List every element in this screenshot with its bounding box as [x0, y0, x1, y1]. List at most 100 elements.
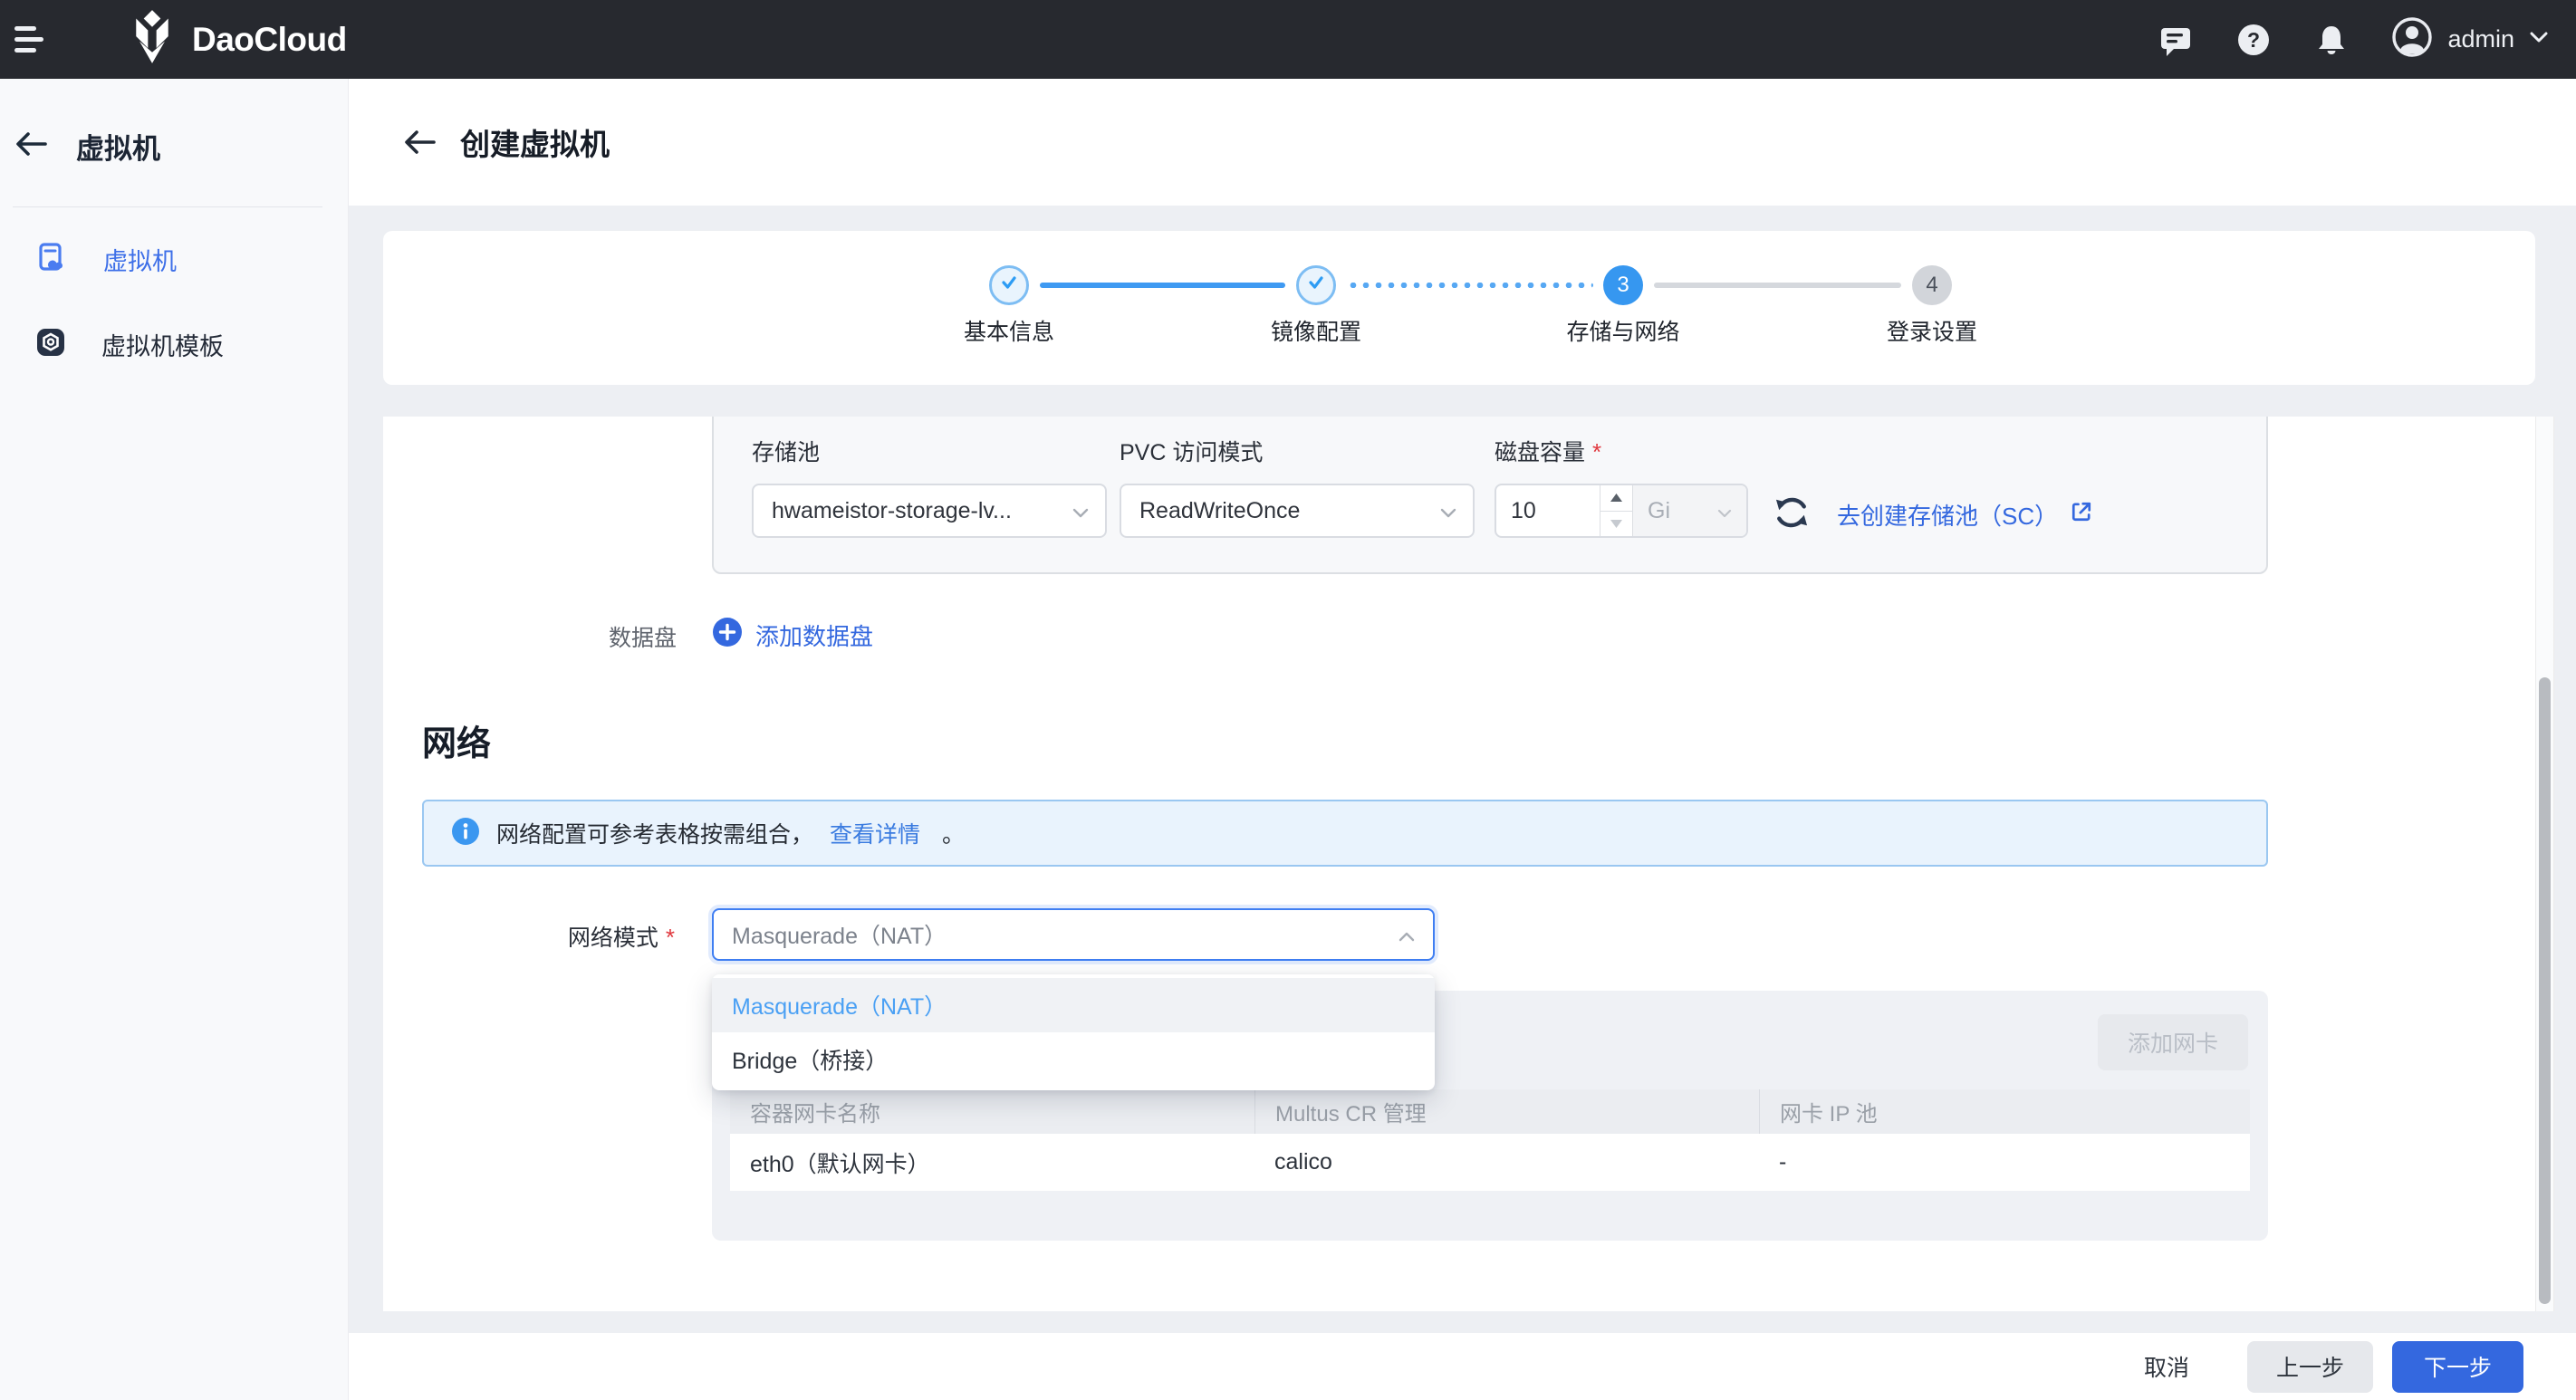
- page-title: 创建虚拟机: [460, 120, 610, 164]
- previous-step-button[interactable]: 上一步: [2247, 1341, 2373, 1393]
- check-icon: [1306, 273, 1326, 299]
- alert-suffix: 。: [942, 817, 965, 849]
- stepper: 3 4 基本信息 镜像配置 存储与网络 登录设置: [383, 231, 2535, 385]
- brand-logo[interactable]: DaoCloud: [127, 10, 347, 69]
- wizard-footer: 取消 上一步 下一步: [349, 1333, 2576, 1400]
- sidebar-nav: 虚拟机 虚拟机模板: [0, 207, 348, 372]
- user-menu[interactable]: admin: [2391, 16, 2549, 62]
- col-header-ip-pool: 网卡 IP 池: [1759, 1089, 2250, 1134]
- page-header: 创建虚拟机: [349, 79, 2576, 206]
- nic-table-header: 容器网卡名称 Multus CR 管理 网卡 IP 池: [730, 1089, 2250, 1134]
- cell-ip-pool: -: [1759, 1149, 2250, 1175]
- step-3-label: 存储与网络: [1514, 314, 1732, 347]
- pvc-access-mode-value: ReadWriteOnce: [1139, 498, 1300, 524]
- network-mode-value: Masquerade（NAT）: [732, 918, 947, 951]
- step-1-circle[interactable]: [989, 265, 1029, 305]
- option-masquerade-nat[interactable]: Masquerade（NAT）: [712, 978, 1435, 1032]
- data-disk-label: 数据盘: [541, 620, 677, 653]
- step-2-circle[interactable]: [1296, 265, 1336, 305]
- pvc-access-mode-select[interactable]: ReadWriteOnce: [1120, 484, 1475, 538]
- stepper-connector: [1040, 283, 1285, 288]
- step-number: 4: [1926, 273, 1937, 298]
- step-1-label: 基本信息: [900, 314, 1118, 347]
- back-arrow-icon[interactable]: [14, 130, 49, 162]
- network-section-heading: 网络: [422, 715, 491, 765]
- step-4-label: 登录设置: [1823, 314, 2041, 347]
- chevron-down-icon: [1072, 498, 1089, 524]
- pvc-access-mode-label: PVC 访问模式: [1120, 435, 1263, 467]
- chevron-down-icon: [1717, 498, 1732, 524]
- step-3-circle[interactable]: 3: [1603, 265, 1643, 305]
- storage-pool-select[interactable]: hwameistor-storage-lv...: [752, 484, 1107, 538]
- chevron-up-icon: [1399, 922, 1415, 948]
- vm-template-icon: [36, 328, 65, 361]
- bell-icon[interactable]: [2313, 22, 2350, 58]
- back-arrow-icon[interactable]: [402, 124, 438, 160]
- create-storage-pool-text: 去创建存储池（SC）: [1837, 498, 2058, 532]
- topbar-actions: ? admin: [2158, 16, 2576, 62]
- create-storage-pool-link[interactable]: 去创建存储池（SC）: [1837, 498, 2094, 532]
- sidebar-title: 虚拟机: [76, 126, 160, 167]
- scrollbar-track[interactable]: [2535, 417, 2554, 1311]
- storage-pool-label: 存储池: [752, 435, 820, 467]
- nic-table: 容器网卡名称 Multus CR 管理 网卡 IP 池 eth0（默认网卡） c…: [730, 1089, 2250, 1191]
- cell-nic-name: eth0（默认网卡）: [730, 1146, 1254, 1179]
- avatar-icon: [2391, 16, 2433, 62]
- disk-capacity-input[interactable]: 10: [1496, 485, 1600, 536]
- stepper-connector: [1347, 283, 1593, 288]
- step-4-circle[interactable]: 4: [1912, 265, 1952, 305]
- hamburger-icon[interactable]: [14, 22, 51, 58]
- sidebar-item-label: 虚拟机模板: [101, 327, 224, 362]
- spinner-down-icon[interactable]: [1600, 512, 1632, 537]
- refresh-icon[interactable]: [1772, 493, 1812, 532]
- disk-capacity-group: 10 Gi: [1495, 484, 1748, 538]
- chevron-down-icon: [2529, 31, 2549, 48]
- alert-text: 网络配置可参考表格按需组合，: [496, 817, 813, 849]
- col-header-nic-name: 容器网卡名称: [730, 1096, 1254, 1127]
- option-bridge[interactable]: Bridge（桥接）: [712, 1032, 1435, 1087]
- chevron-down-icon: [1440, 498, 1456, 524]
- required-asterisk: *: [666, 924, 675, 951]
- network-mode-select[interactable]: Masquerade（NAT）: [712, 908, 1435, 961]
- network-mode-label: 网络模式*: [474, 920, 675, 953]
- daocloud-logo-icon: [127, 10, 178, 69]
- storage-pool-value: hwameistor-storage-lv...: [772, 498, 1012, 524]
- alert-details-link[interactable]: 查看详情: [830, 817, 920, 849]
- step-2-label: 镜像配置: [1207, 314, 1425, 347]
- sidebar-item-vm-template[interactable]: 虚拟机模板: [0, 316, 348, 372]
- spinner-up-icon[interactable]: [1600, 485, 1632, 512]
- external-link-icon: [2069, 499, 2094, 531]
- network-mode-dropdown: Masquerade（NAT） Bridge（桥接）: [712, 974, 1435, 1090]
- username: admin: [2447, 25, 2514, 53]
- capacity-unit-select: Gi: [1632, 485, 1746, 536]
- sidebar-item-vm[interactable]: 虚拟机: [0, 231, 348, 287]
- app-root: DaoCloud ?: [0, 0, 2576, 1400]
- chat-icon[interactable]: [2158, 22, 2194, 58]
- vm-icon: [36, 242, 67, 277]
- brand-name: DaoCloud: [192, 21, 347, 59]
- network-info-alert: 网络配置可参考表格按需组合， 查看详情。: [422, 800, 2268, 867]
- help-icon[interactable]: ?: [2235, 22, 2272, 58]
- sidebar: 虚拟机 虚拟机: [0, 79, 349, 1400]
- storage-disk-card: 存储池 PVC 访问模式 磁盘容量* hwameistor-storage-lv…: [712, 417, 2268, 574]
- col-header-multus-cr: Multus CR 管理: [1254, 1089, 1759, 1134]
- sidebar-item-label: 虚拟机: [103, 242, 177, 277]
- plus-circle-icon: [712, 617, 743, 654]
- sidebar-header: 虚拟机: [0, 79, 348, 167]
- svg-text:?: ?: [2247, 28, 2260, 52]
- add-data-disk-button[interactable]: 添加数据盘: [712, 617, 873, 654]
- capacity-unit-value: Gi: [1648, 498, 1670, 524]
- topbar: DaoCloud ?: [0, 0, 2576, 79]
- info-icon: [451, 817, 480, 850]
- form-content: 存储池 PVC 访问模式 磁盘容量* hwameistor-storage-lv…: [383, 417, 2535, 1311]
- check-icon: [999, 273, 1019, 299]
- capacity-stepper: [1600, 485, 1632, 536]
- scrollbar-thumb[interactable]: [2539, 677, 2551, 1304]
- table-row: eth0（默认网卡） calico -: [730, 1134, 2250, 1191]
- disk-capacity-label: 磁盘容量*: [1495, 435, 1601, 467]
- add-data-disk-text: 添加数据盘: [755, 618, 873, 652]
- stepper-connector: [1654, 283, 1901, 288]
- cancel-button[interactable]: 取消: [2135, 1341, 2198, 1393]
- next-step-button[interactable]: 下一步: [2392, 1341, 2523, 1393]
- required-asterisk: *: [1592, 438, 1601, 465]
